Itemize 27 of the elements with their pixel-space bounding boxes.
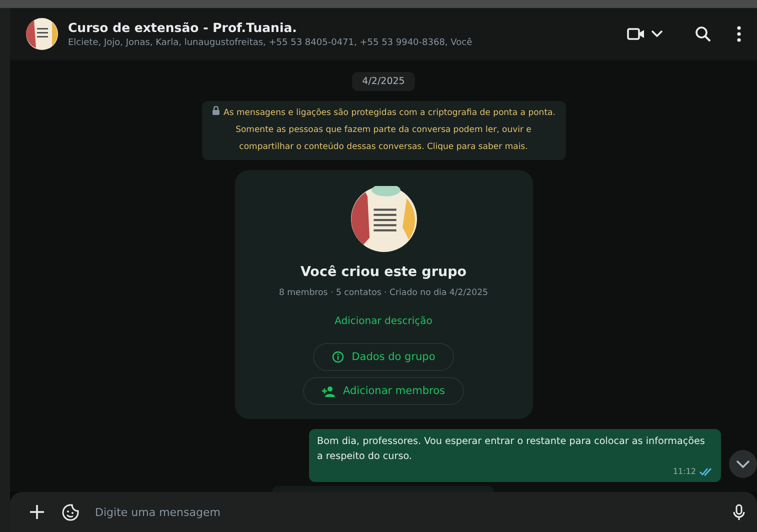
group-photo	[350, 186, 416, 252]
group-action-button[interactable]: Adicionar membros	[302, 377, 464, 405]
message-input[interactable]: Digite uma mensagem	[93, 504, 719, 520]
add-description-link[interactable]: Adicionar descrição	[334, 316, 432, 327]
encryption-notice[interactable]: As mensagens e ligações são protegidas com a criptografia de ponta a ponta. Somente as pessoas que fazem parte da conversa podem ler, ouvir e compartilhar o conteúdo dessas conversas. Clique para saber mais.	[202, 101, 566, 160]
group-meta: 8 membros · 5 contatos · Criado no dia 4/2/2025	[278, 288, 488, 298]
sticker-icon	[62, 504, 79, 520]
add-person-icon	[322, 386, 335, 396]
message-time: 11:12	[672, 466, 696, 478]
message-composer[interactable]: Digite uma mensagem	[10, 492, 757, 532]
menu-icon	[737, 26, 741, 42]
chevron-down-icon	[651, 30, 663, 38]
video-camera-icon	[627, 27, 645, 41]
plus-icon	[30, 505, 44, 519]
participants-list: Elciete, Jojo, Jonas, Karla, lunaugustofreitas, +55 53 8405-0471, +55 53 9940-8368, Você	[68, 38, 609, 48]
chevron-down-icon	[736, 460, 750, 468]
chat-title: Curso de extensão - Prof.Tuania.	[68, 20, 298, 35]
group-avatar[interactable]	[26, 18, 58, 50]
search-icon	[695, 26, 711, 42]
group-action-button[interactable]: Dados do grupo	[312, 343, 454, 371]
date-chip: 4/2/2025	[352, 72, 415, 91]
group-created-title: Você criou este grupo	[300, 264, 467, 280]
microphone-icon	[733, 504, 745, 520]
info-icon	[332, 351, 344, 363]
message-text: Bom dia, professores. Vou esperar entrar o restante para colocar as informações a respeito do curso.	[317, 436, 705, 462]
lock-icon	[212, 106, 220, 115]
scroll-down-button[interactable]	[729, 450, 757, 478]
